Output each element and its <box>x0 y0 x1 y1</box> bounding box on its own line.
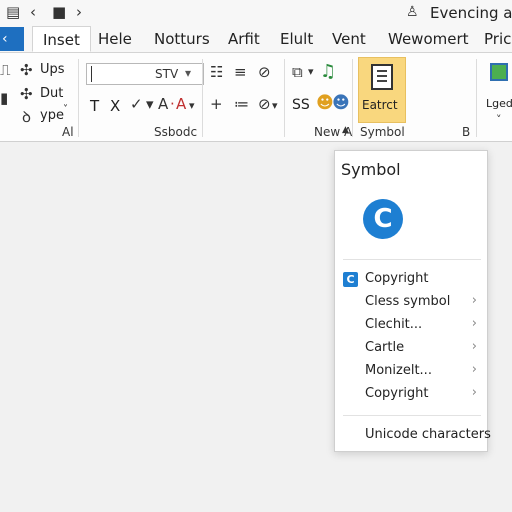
copyright-icon: C <box>343 272 358 287</box>
extract-button[interactable]: Eatrct <box>358 57 406 123</box>
chevron-down-icon[interactable]: ˅ <box>63 104 68 115</box>
move-icon[interactable]: ✣ <box>20 61 33 79</box>
highlight-icon[interactable]: A <box>176 95 186 113</box>
tab-notturs[interactable]: Notturs <box>144 26 220 52</box>
menu-item-monizelt[interactable]: Monizelt... › <box>335 361 487 383</box>
menu-item-label: Copyright <box>365 271 429 286</box>
bold-button[interactable]: T <box>90 97 99 115</box>
list-icon[interactable]: ☷ <box>210 63 223 81</box>
type-icon: ꝺ <box>22 108 31 126</box>
tab-help[interactable]: Hele <box>88 26 142 52</box>
divider <box>343 259 481 260</box>
menu-item-unicode-characters[interactable]: Unicode characters <box>335 425 491 447</box>
chevron-right-icon: › <box>471 293 477 308</box>
menu-item-cartle[interactable]: Cartle › <box>335 338 487 360</box>
paste-icon[interactable]: ⎍ <box>0 61 11 79</box>
clear-format-icon[interactable]: · <box>170 95 175 113</box>
document-icon <box>371 64 393 90</box>
chevron-down-icon[interactable]: ▾ <box>308 65 314 78</box>
back-button[interactable]: ‹ <box>0 27 24 51</box>
contact-icon[interactable]: ☻ <box>332 93 350 113</box>
chevron-right-icon: › <box>471 339 477 354</box>
app-menu-icon[interactable]: ▤ <box>6 3 20 21</box>
tab-vent[interactable]: Vent <box>322 26 376 52</box>
type-button[interactable]: ype <box>40 108 64 123</box>
extract-label: Eatrct <box>362 98 398 112</box>
font-size-value: STV <box>155 67 179 81</box>
menu-item-copyright-2[interactable]: Copyright › <box>335 384 487 406</box>
chevron-up-icon[interactable]: ▲ <box>342 125 349 135</box>
forward-arrow-icon[interactable]: › <box>76 3 82 21</box>
menu-item-label: Cartle <box>365 340 405 355</box>
chevron-right-icon: › <box>471 362 477 377</box>
up-button[interactable]: Ups <box>40 62 65 77</box>
font-group-label: Ssbodc <box>154 125 198 139</box>
text-caret <box>91 66 92 82</box>
menu-item-label: Cless symbol <box>365 294 451 309</box>
strikethrough-button[interactable]: SS <box>292 97 310 113</box>
check-icon[interactable]: ✓ <box>130 95 143 113</box>
divider <box>78 59 79 137</box>
image-icon[interactable] <box>490 63 508 81</box>
ribbon: ⎍ ✣ Ups ▮ ✣ Dut ꝺ ype ˅ Al STV ▾ T X ✓ ▾… <box>0 52 512 142</box>
symbol-group-label: Symbol <box>360 125 405 139</box>
numbered-list-icon[interactable]: ≔ <box>234 95 249 113</box>
panel-icon: ▮ <box>0 89 9 107</box>
move-icon[interactable]: ✣ <box>20 85 33 103</box>
menu-item-label: Copyright <box>365 386 429 401</box>
add-icon[interactable]: + <box>210 95 223 113</box>
chevron-right-icon: › <box>471 316 477 331</box>
legend-label[interactable]: Lgedi <box>486 97 512 110</box>
account-icon[interactable]: ♙ <box>406 4 419 20</box>
music-note-icon[interactable]: ♫ <box>320 61 336 82</box>
menu-item-copyright[interactable]: C Copyright <box>335 269 487 291</box>
title-bar: ▤ ‹ ■ › ♙ Evencing ac <box>0 0 512 26</box>
menu-item-class-symbol[interactable]: Cless symbol › <box>335 292 487 314</box>
menu-item-label: Unicode characters <box>365 427 491 442</box>
ribbon-tab-bar: ‹ Inset Hele Notturs Arfit Elult Vent We… <box>0 26 512 52</box>
chevron-down-icon[interactable]: ▾ <box>185 66 191 80</box>
divider <box>476 59 477 137</box>
menu-item-label: Monizelt... <box>365 363 432 378</box>
chevron-right-icon: › <box>471 385 477 400</box>
tab-wewomert[interactable]: Wewomert <box>378 26 479 52</box>
link-icon[interactable]: ⊘ <box>258 63 271 81</box>
panel-title: Symbol <box>341 160 401 179</box>
chevron-down-icon[interactable]: ▾ <box>146 95 154 113</box>
copyright-symbol-icon[interactable]: C <box>363 199 403 239</box>
dut-button[interactable]: Dut <box>40 86 63 101</box>
folder-icon[interactable]: ■ <box>52 3 66 21</box>
chevron-down-icon[interactable]: ▾ <box>189 99 195 112</box>
font-size-input[interactable]: STV ▾ <box>86 63 204 85</box>
chevron-down-icon[interactable]: ▾ <box>272 99 278 112</box>
symbol-dropdown: Symbol C C Copyright Cless symbol › Clec… <box>334 150 491 452</box>
font-color-icon[interactable]: A <box>158 95 168 113</box>
italic-button[interactable]: X <box>110 97 120 115</box>
tab-insert[interactable]: Inset <box>32 26 91 52</box>
tab-elult[interactable]: Elult <box>270 26 323 52</box>
bullet-list-icon[interactable]: ≡ <box>234 63 247 81</box>
menu-item-clechit[interactable]: Clechit... › <box>335 315 487 337</box>
divider <box>343 415 481 416</box>
tab-arfit[interactable]: Arfit <box>218 26 270 52</box>
divider <box>202 59 203 137</box>
attach-icon[interactable]: ⊘ <box>258 95 271 113</box>
chevron-down-icon[interactable]: ˅ <box>496 113 502 126</box>
group-b-label: B <box>462 125 471 139</box>
menu-item-label: Clechit... <box>365 317 423 332</box>
tab-prico[interactable]: Prico <box>474 26 512 52</box>
back-arrow-icon[interactable]: ‹ <box>30 3 36 21</box>
account-name[interactable]: Evencing ac <box>430 4 512 22</box>
clipboard-group-label: Al <box>62 125 74 139</box>
divider <box>352 59 353 137</box>
comment-icon[interactable]: ⧉ <box>292 63 303 81</box>
divider <box>284 59 285 137</box>
